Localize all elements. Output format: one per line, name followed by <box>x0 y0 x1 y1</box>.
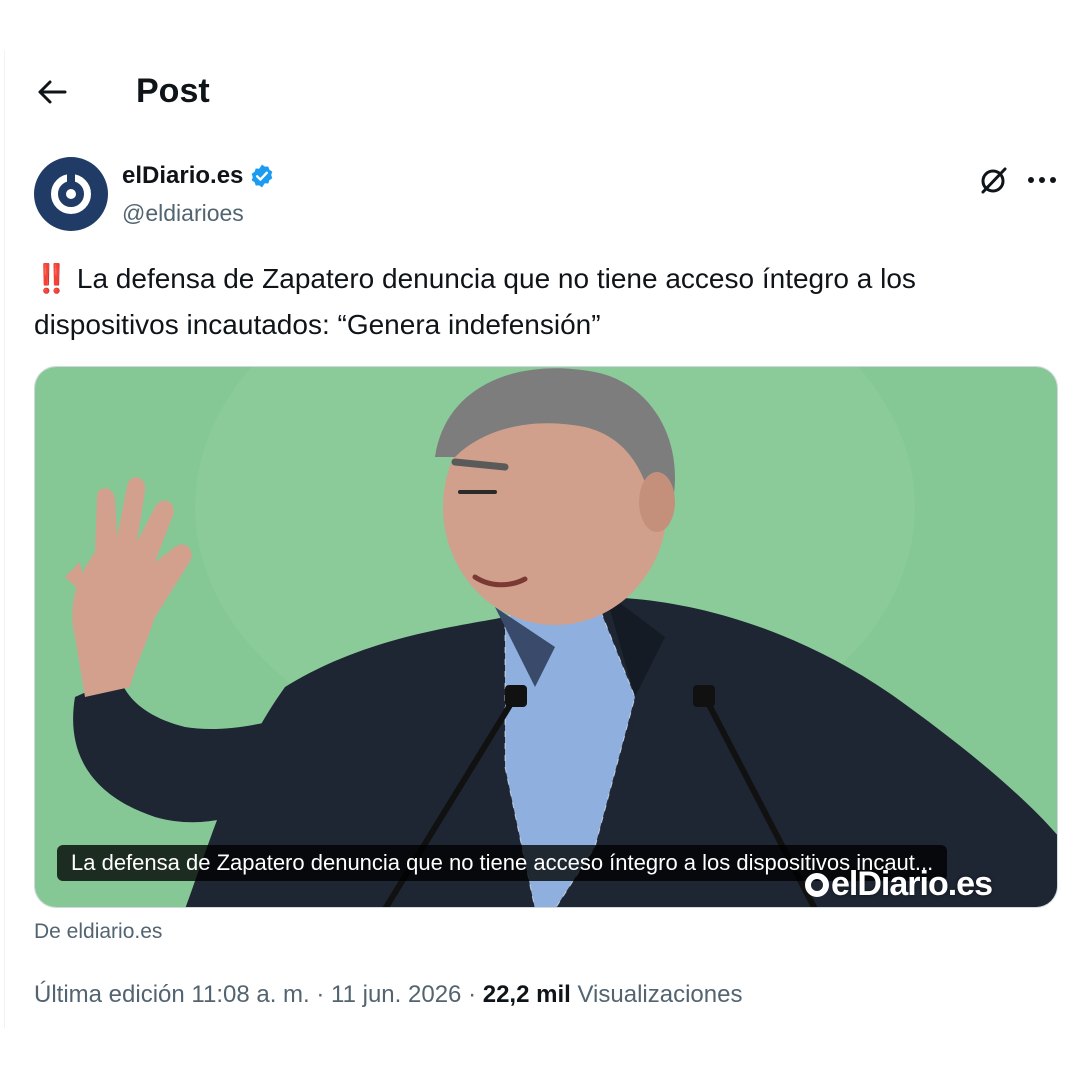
author-name[interactable]: elDiario.es <box>122 160 275 192</box>
arrow-left-icon <box>38 80 67 104</box>
meta-separator: · <box>468 981 477 1008</box>
avatar[interactable] <box>34 157 108 231</box>
card-watermark: elDiario.es <box>805 865 993 904</box>
post-time[interactable]: 11:08 a. m. <box>191 981 309 1008</box>
card-source[interactable]: De eldiario.es <box>34 918 162 946</box>
more-button[interactable] <box>1022 160 1062 200</box>
post-date[interactable]: 11 jun. 2026 <box>331 981 461 1008</box>
views-label[interactable]: Visualizaciones <box>577 981 742 1008</box>
edited-label[interactable]: Última edición <box>34 981 185 1008</box>
eldiario-watermark-icon <box>805 872 829 897</box>
tweet-text: ‼️ La defensa de Zapatero denuncia que no… <box>34 256 1044 348</box>
page-title: Post <box>136 72 210 110</box>
grok-button[interactable] <box>974 160 1014 200</box>
tweet-body: La defensa de Zapatero denuncia que no t… <box>34 263 916 340</box>
card-photo <box>35 367 1057 907</box>
meta-separator: · <box>316 981 325 1008</box>
link-card[interactable]: La defensa de Zapatero denuncia que no t… <box>34 366 1058 908</box>
grok-icon <box>981 167 1007 194</box>
double-exclamation-emoji: ‼️ <box>34 263 69 294</box>
card-watermark-text: elDiario.es <box>831 865 993 903</box>
more-horizontal-icon <box>1028 177 1056 183</box>
author-handle[interactable]: @eldiarioes <box>122 197 244 229</box>
post-meta: Última edición 11:08 a. m. · 11 jun. 202… <box>34 978 742 1012</box>
author-name-text: elDiario.es <box>122 162 244 189</box>
eldiario-logo-icon <box>51 172 91 214</box>
views-count: 22,2 mil <box>482 981 571 1008</box>
verified-badge-icon <box>252 164 273 188</box>
back-button[interactable] <box>30 72 74 112</box>
